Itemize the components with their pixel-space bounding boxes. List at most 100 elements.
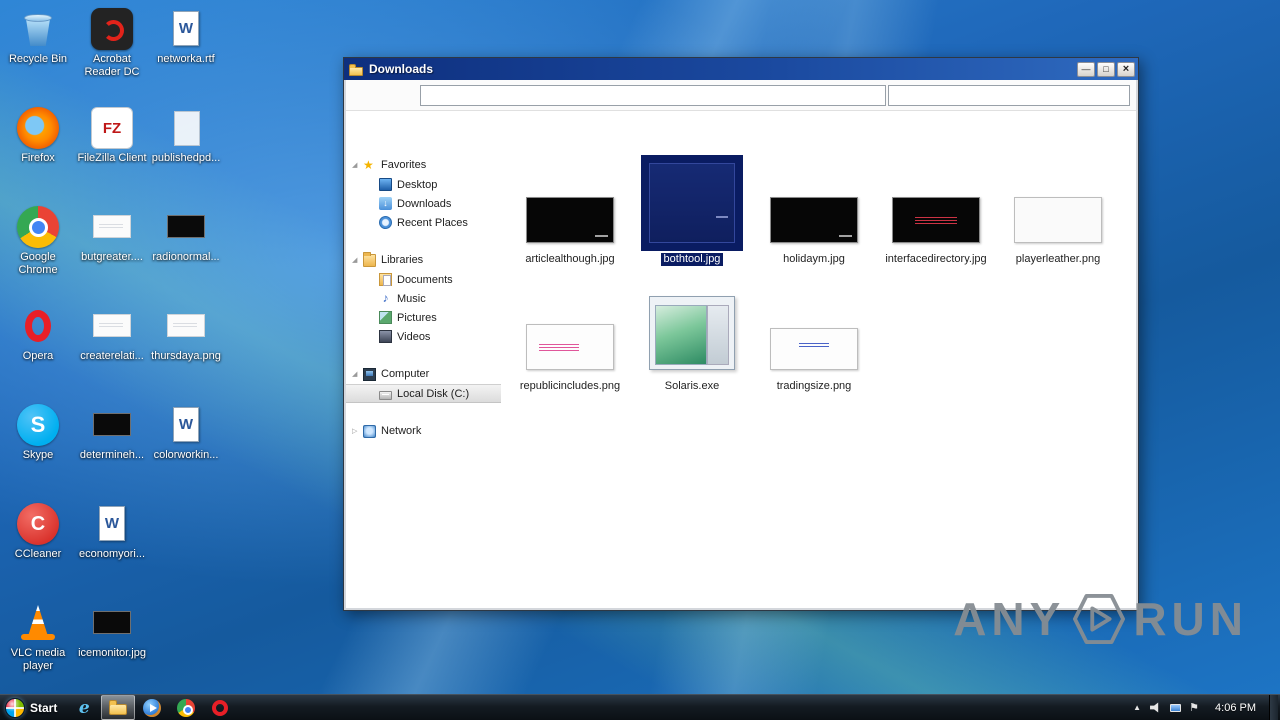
window-titlebar[interactable]: Downloads — □ × bbox=[344, 58, 1138, 80]
desktop-icon-label: Skype bbox=[22, 449, 54, 461]
sidebar-item-videos[interactable]: Videos bbox=[346, 327, 501, 346]
sidebar-section-libraries[interactable]: ◢ Libraries bbox=[346, 250, 501, 270]
chevron-expanded-icon[interactable]: ◢ bbox=[352, 161, 363, 169]
taskbar: Start 4:06 PM bbox=[0, 694, 1280, 720]
file-playerleather-png[interactable]: playerleather.png bbox=[997, 147, 1119, 266]
volume-icon[interactable] bbox=[1148, 700, 1164, 716]
desktop-icon-google-chrome[interactable]: Google Chrome bbox=[2, 206, 74, 277]
explorer-toolbar bbox=[346, 80, 1136, 111]
file-thumbnail-wrap bbox=[641, 155, 743, 251]
file-holidaym-jpg[interactable]: holidaym.jpg bbox=[753, 147, 875, 266]
sidebar-item-documents[interactable]: Documents bbox=[346, 270, 501, 289]
desktop-icon-networka-rtf[interactable]: networka.rtf bbox=[150, 8, 222, 66]
desktop-icon-radionormal[interactable]: radionormal... bbox=[150, 206, 222, 264]
desktop-icon-economyori[interactable]: economyori... bbox=[76, 503, 148, 561]
image-faded-icon bbox=[91, 206, 133, 248]
desktop-icon-colorworkin[interactable]: colorworkin... bbox=[150, 404, 222, 462]
sidebar-section-favorites[interactable]: ◢ Favorites bbox=[346, 155, 501, 175]
taskbar-app-internet-explorer[interactable] bbox=[67, 695, 101, 720]
taskbar-clock[interactable]: 4:06 PM bbox=[1205, 702, 1266, 714]
ccleaner-icon bbox=[17, 503, 59, 545]
desktop-icon-butgreater[interactable]: butgreater.... bbox=[76, 206, 148, 264]
sidebar-item-music[interactable]: Music bbox=[346, 289, 501, 308]
file-solaris-exe[interactable]: Solaris.exe bbox=[631, 274, 753, 393]
hidden-icons-icon[interactable] bbox=[1129, 700, 1145, 716]
file-name-label: interfacedirectory.jpg bbox=[885, 253, 987, 265]
image-black-icon bbox=[91, 602, 133, 644]
desktop-icon-createrelati[interactable]: createrelati... bbox=[76, 305, 148, 363]
network-icon[interactable] bbox=[1167, 700, 1183, 716]
desktop-icon-recycle-bin[interactable]: Recycle Bin bbox=[2, 8, 74, 66]
desktop-icon-label: colorworkin... bbox=[153, 449, 219, 461]
desktop-icon-vlc-media-player[interactable]: VLC media player bbox=[2, 602, 74, 673]
sidebar-section-label: Libraries bbox=[381, 254, 424, 266]
navigation-pane: ◢ Favorites Desktop Downloads Recent Places ◢… bbox=[346, 111, 501, 608]
taskbar-app-media-player[interactable] bbox=[135, 695, 169, 720]
filezilla-icon bbox=[91, 107, 133, 149]
file-name-label: articlealthough.jpg bbox=[525, 253, 615, 265]
file-thumbnail bbox=[892, 197, 980, 243]
file-row: articlealthough.jpg bothtool.jpg holidaym.… bbox=[501, 147, 1136, 267]
desktop-icon-acrobat-reader-dc[interactable]: Acrobat Reader DC bbox=[76, 8, 148, 79]
address-bar-input[interactable] bbox=[420, 84, 886, 106]
desktop-icon-thursdaya-png[interactable]: thursdaya.png bbox=[150, 305, 222, 363]
file-name-label: Solaris.exe bbox=[664, 380, 720, 393]
action-center-icon[interactable] bbox=[1186, 700, 1202, 716]
file-name-label: republicincludes.png bbox=[519, 380, 621, 393]
desktop-icon-label: publishedpd... bbox=[151, 152, 221, 164]
desktop-icon-label: createrelati... bbox=[80, 350, 144, 362]
recycle-bin-icon bbox=[17, 8, 59, 50]
videos-icon bbox=[379, 330, 392, 343]
firefox-icon bbox=[17, 107, 59, 149]
file-tradingsize-png[interactable]: tradingsize.png bbox=[753, 274, 875, 393]
taskbar-app-windows-explorer[interactable] bbox=[101, 695, 136, 720]
recent-icon bbox=[379, 216, 392, 229]
desktop-icon-label: radionormal... bbox=[152, 251, 220, 263]
desktop-icon-firefox[interactable]: Firefox bbox=[2, 107, 74, 165]
taskbar-app-chrome[interactable] bbox=[169, 695, 203, 720]
sidebar-item-pictures[interactable]: Pictures bbox=[346, 308, 501, 327]
window-body: ◢ Favorites Desktop Downloads Recent Places ◢… bbox=[346, 80, 1136, 608]
desktop-icon-skype[interactable]: Skype bbox=[2, 404, 74, 462]
file-thumb-area bbox=[518, 147, 622, 251]
file-thumbnail-wrap bbox=[518, 189, 622, 251]
sidebar-section-network[interactable]: ▷ Network bbox=[346, 421, 501, 441]
maximize-button[interactable]: □ bbox=[1097, 61, 1115, 77]
file-articlealthough-jpg[interactable]: articlealthough.jpg bbox=[509, 147, 631, 266]
file-interfacedirectory-jpg[interactable]: interfacedirectory.jpg bbox=[875, 147, 997, 266]
sidebar-item-desktop[interactable]: Desktop bbox=[346, 175, 501, 194]
file-thumbnail bbox=[1014, 197, 1102, 243]
chevron-expanded-icon[interactable]: ◢ bbox=[352, 256, 363, 264]
desktop-icon-opera[interactable]: Opera bbox=[2, 305, 74, 363]
desktop-icon-determineh[interactable]: determineh... bbox=[76, 404, 148, 462]
document-faded-icon bbox=[165, 107, 207, 149]
windows-orb-icon bbox=[5, 697, 25, 718]
desktop-icon-ccleaner[interactable]: CCleaner bbox=[2, 503, 74, 561]
desktop-icon-filezilla-client[interactable]: FileZilla Client bbox=[76, 107, 148, 165]
search-input[interactable] bbox=[888, 84, 1130, 106]
desktop-icon-label: FileZilla Client bbox=[77, 152, 147, 164]
chevron-collapsed-icon[interactable]: ▷ bbox=[352, 427, 363, 435]
file-thumb-area bbox=[762, 274, 866, 378]
sidebar-item-downloads[interactable]: Downloads bbox=[346, 194, 501, 213]
sidebar-item-recent-places[interactable]: Recent Places bbox=[346, 213, 501, 232]
minimize-button[interactable]: — bbox=[1077, 61, 1095, 77]
taskbar-app-opera[interactable] bbox=[203, 695, 237, 720]
word-document-icon bbox=[91, 503, 133, 545]
desktop-icon-label: thursdaya.png bbox=[151, 350, 221, 362]
close-button[interactable]: × bbox=[1117, 61, 1135, 77]
file-bothtool-jpg[interactable]: bothtool.jpg bbox=[631, 147, 753, 267]
sidebar-item-local-disk-c[interactable]: Local Disk (C:) bbox=[346, 384, 501, 403]
file-republicincludes-png[interactable]: republicincludes.png bbox=[509, 274, 631, 393]
show-desktop-button[interactable] bbox=[1269, 695, 1278, 720]
sidebar-item-label: Documents bbox=[397, 273, 453, 286]
file-thumbnail bbox=[770, 197, 858, 243]
file-thumbnail-wrap bbox=[518, 316, 622, 378]
start-button[interactable]: Start bbox=[0, 695, 67, 720]
desktop-icon-publishedpd[interactable]: publishedpd... bbox=[150, 107, 222, 165]
sidebar-section-label: Network bbox=[381, 425, 422, 437]
disk-icon bbox=[379, 390, 392, 400]
sidebar-section-computer[interactable]: ◢ Computer bbox=[346, 364, 501, 384]
chevron-expanded-icon[interactable]: ◢ bbox=[352, 370, 363, 378]
desktop-icon-icemonitor-jpg[interactable]: icemonitor.jpg bbox=[76, 602, 148, 660]
